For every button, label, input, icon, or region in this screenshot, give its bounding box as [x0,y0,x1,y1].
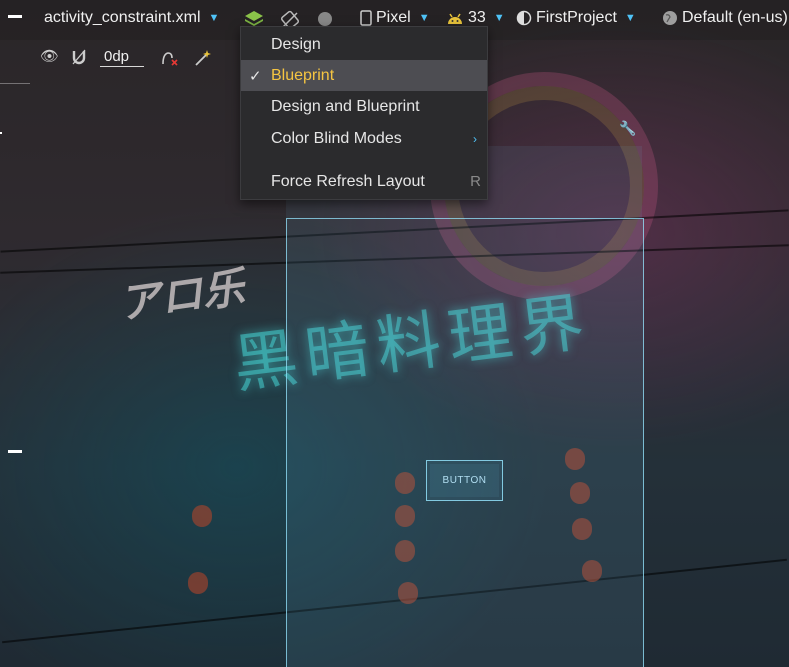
neon-logo-text: アロ乐 [115,263,248,328]
menu-item-label: Force Refresh Layout [271,172,425,190]
menu-item-design[interactable]: Design [241,29,487,60]
menu-item-label: Design [271,35,321,53]
magic-wand-glyph [195,50,211,66]
night-mode-icon [318,12,332,26]
api-level: 33 [468,9,486,26]
lantern [192,505,212,527]
eye-icon[interactable]: 👁 [40,49,59,65]
magic-wand-icon[interactable] [194,49,212,66]
file-name: activity_constraint.xml [44,9,201,26]
chevron-down-icon: ▼ [208,12,220,24]
menu-item-design-and-blueprint[interactable]: Design and Blueprint [241,91,487,122]
default-margin-input[interactable] [100,46,144,67]
api-level-selector[interactable]: 33 ▼ [446,9,505,27]
chevron-right-icon: › [473,131,477,146]
wrench-icon[interactable]: 🔧 [619,120,636,136]
checkmark-icon: ✓ [249,67,262,85]
magnet-icon-glyph [72,49,86,65]
panel-marker [0,132,2,134]
menu-item-force-refresh-layout[interactable]: Force Refresh Layout R [241,166,487,197]
device-name: Pixel [376,9,411,26]
menu-item-label: Design and Blueprint [271,97,420,115]
clear-constraints-glyph [162,52,178,66]
menu-item-blueprint[interactable]: ✓ Blueprint [241,60,487,91]
menu-divider [241,164,487,165]
chevron-down-icon: ▼ [624,12,636,24]
locale-name: Default (en-us) [682,9,788,26]
magnet-icon[interactable] [70,49,88,65]
theme-icon [516,10,532,26]
night-mode-button[interactable] [318,12,332,26]
menu-item-color-blind-modes[interactable]: Color Blind Modes › [241,123,487,154]
menu-item-label: Blueprint [271,66,335,84]
shortcut-label: R [470,173,481,190]
clear-constraints-icon[interactable] [160,49,178,66]
globe-icon [663,11,677,25]
divider [0,83,30,84]
blueprint-button-widget[interactable]: BUTTON [426,460,503,501]
locale-selector[interactable]: Default (en-us) [662,9,788,27]
collapse-panel-icon[interactable] [8,450,22,453]
theme-selector[interactable]: FirstProject ▼ [516,9,636,27]
theme-name: FirstProject [536,9,617,26]
design-surface-menu: Design ✓ Blueprint Design and Blueprint … [240,26,488,200]
chevron-down-icon: ▼ [493,12,505,24]
device-selector[interactable]: Pixel ▼ [360,9,430,27]
android-icon [448,13,462,24]
file-selector[interactable]: activity_constraint.xml ▼ [44,9,219,27]
menu-item-label: Color Blind Modes [271,129,402,147]
phone-icon [360,10,372,26]
chevron-down-icon: ▼ [418,12,430,24]
collapse-icon[interactable] [8,15,22,18]
lantern [188,572,208,594]
blueprint-device-frame[interactable] [286,218,644,667]
